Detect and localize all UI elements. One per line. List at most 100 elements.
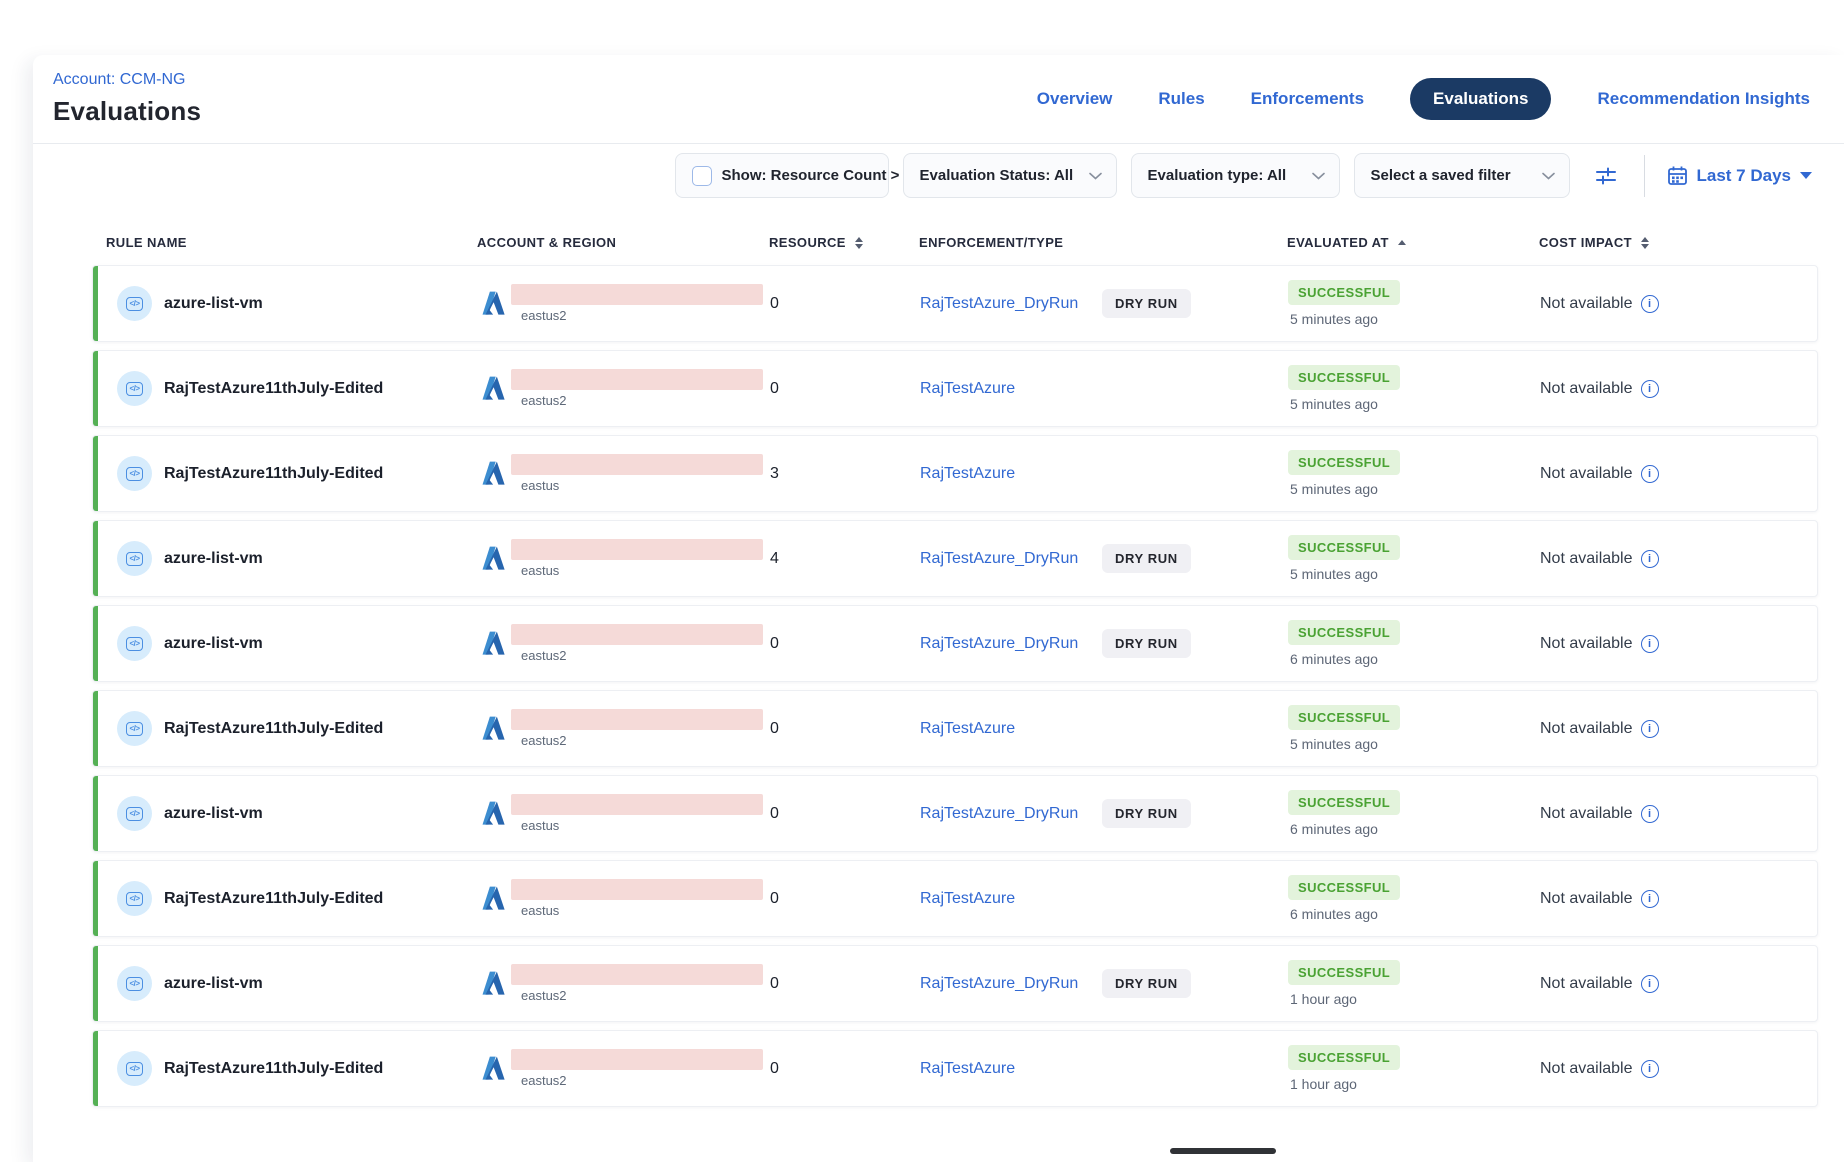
- info-icon[interactable]: i: [1641, 295, 1659, 313]
- resource-count: 0: [770, 890, 779, 908]
- enforcement-link[interactable]: RajTestAzure_DryRun: [920, 805, 1102, 823]
- sort-icon[interactable]: [855, 237, 863, 249]
- column-header-resource[interactable]: RESOURCE: [769, 235, 919, 250]
- info-icon[interactable]: i: [1641, 550, 1659, 568]
- table-row[interactable]: </> RajTestAzure11thJuly-Edited eastus2 …: [92, 350, 1818, 427]
- cost-impact-text: Not available: [1540, 465, 1633, 483]
- account-name-redacted: [511, 454, 763, 475]
- evaluation-status-dropdown[interactable]: Evaluation Status: All: [903, 153, 1117, 198]
- chevron-down-icon: [1312, 172, 1325, 180]
- region-label: eastus2: [521, 648, 763, 663]
- account-and-region: eastus2: [511, 1049, 763, 1088]
- filter-settings-button[interactable]: [1590, 160, 1622, 192]
- column-header-cost-impact[interactable]: COST IMPACT: [1539, 235, 1818, 250]
- rule-name: azure-list-vm: [164, 635, 263, 653]
- resource-count: 0: [770, 720, 779, 738]
- info-icon[interactable]: i: [1641, 975, 1659, 993]
- account-name-redacted: [511, 879, 763, 900]
- code-rule-icon: </>: [126, 1062, 142, 1076]
- enforcement-link[interactable]: RajTestAzure: [920, 465, 1102, 483]
- rule-icon: </>: [117, 541, 152, 576]
- title-block: Account: CCM-NG Evaluations: [53, 71, 201, 127]
- column-label: COST IMPACT: [1539, 235, 1632, 250]
- table-row[interactable]: </> azure-list-vm eastus2 0 RajTestAzure…: [92, 605, 1818, 682]
- filter-bar: Show: Resource Count > 0 Evaluation Stat…: [33, 144, 1844, 208]
- evaluations-page: Account: CCM-NG Evaluations Overview Rule…: [0, 0, 1844, 1162]
- tab-overview[interactable]: Overview: [1037, 89, 1113, 109]
- cost-impact-text: Not available: [1540, 635, 1633, 653]
- saved-filter-dropdown[interactable]: Select a saved filter: [1354, 153, 1570, 198]
- sliders-icon: [1594, 164, 1618, 188]
- horizontal-scrollbar[interactable]: [1170, 1148, 1276, 1154]
- resource-count: 0: [770, 380, 779, 398]
- tab-rules[interactable]: Rules: [1158, 89, 1204, 109]
- tab-evaluations[interactable]: Evaluations: [1410, 78, 1551, 120]
- enforcement-link[interactable]: RajTestAzure: [920, 380, 1102, 398]
- enforcement-link[interactable]: RajTestAzure_DryRun: [920, 975, 1102, 993]
- column-header-evaluated-at[interactable]: EVALUATED AT: [1287, 235, 1539, 250]
- code-rule-icon: </>: [126, 637, 142, 651]
- info-icon[interactable]: i: [1641, 465, 1659, 483]
- account-and-region: eastus: [511, 794, 763, 833]
- table-row[interactable]: </> RajTestAzure11thJuly-Edited eastus2 …: [92, 1030, 1818, 1107]
- calendar-icon: [1667, 165, 1688, 186]
- date-range-picker[interactable]: Last 7 Days: [1667, 165, 1813, 186]
- table-row[interactable]: </> azure-list-vm eastus 4 RajTestAzure_…: [92, 520, 1818, 597]
- info-icon[interactable]: i: [1641, 890, 1659, 908]
- region-label: eastus2: [521, 393, 763, 408]
- info-icon[interactable]: i: [1641, 1060, 1659, 1078]
- enforcement-link[interactable]: RajTestAzure_DryRun: [920, 295, 1102, 313]
- table-header-row: RULE NAMEACCOUNT & REGIONRESOURCEENFORCE…: [92, 208, 1818, 265]
- status-badge: SUCCESSFUL: [1288, 875, 1400, 900]
- evaluated-time: 1 hour ago: [1288, 991, 1357, 1007]
- resource-count: 0: [770, 635, 779, 653]
- status-badge: SUCCESSFUL: [1288, 450, 1400, 475]
- rule-icon: </>: [117, 711, 152, 746]
- info-icon[interactable]: i: [1641, 720, 1659, 738]
- tab-enforcements[interactable]: Enforcements: [1251, 89, 1364, 109]
- info-icon[interactable]: i: [1641, 380, 1659, 398]
- table-row[interactable]: </> azure-list-vm eastus 0 RajTestAzure_…: [92, 775, 1818, 852]
- column-header-account-region: ACCOUNT & REGION: [477, 235, 769, 250]
- enforcement-link[interactable]: RajTestAzure: [920, 720, 1102, 738]
- account-breadcrumb[interactable]: Account: CCM-NG: [53, 71, 201, 89]
- account-name-redacted: [511, 284, 763, 305]
- resource-count-label: Show: Resource Count > 0: [722, 167, 912, 184]
- evaluation-status-value: Evaluation Status: All: [920, 167, 1079, 184]
- nav-tabs: Overview Rules Enforcements Evaluations Reco…: [1037, 78, 1810, 120]
- account-name-redacted: [511, 1049, 763, 1070]
- account-and-region: eastus2: [511, 369, 763, 408]
- tab-recommendation-insights[interactable]: Recommendation Insights: [1597, 89, 1810, 109]
- table-row[interactable]: </> azure-list-vm eastus2 0 RajTestAzure…: [92, 265, 1818, 342]
- table-row[interactable]: </> RajTestAzure11thJuly-Edited eastus 3…: [92, 435, 1818, 512]
- rule-icon: </>: [117, 881, 152, 916]
- status-stripe: [93, 436, 98, 511]
- enforcement-link[interactable]: RajTestAzure: [920, 890, 1102, 908]
- evaluated-time: 6 minutes ago: [1288, 906, 1378, 922]
- status-badge: SUCCESSFUL: [1288, 790, 1400, 815]
- enforcement-link[interactable]: RajTestAzure_DryRun: [920, 550, 1102, 568]
- rule-name: azure-list-vm: [164, 805, 263, 823]
- chevron-down-icon: [1542, 172, 1555, 180]
- resource-count: 0: [770, 1060, 779, 1078]
- caret-down-icon: [1800, 172, 1812, 179]
- resource-count-checkbox[interactable]: [692, 166, 712, 186]
- cost-impact-text: Not available: [1540, 1060, 1633, 1078]
- table-row[interactable]: </> RajTestAzure11thJuly-Edited eastus 0…: [92, 860, 1818, 937]
- cost-impact-text: Not available: [1540, 975, 1633, 993]
- table-row[interactable]: </> azure-list-vm eastus2 0 RajTestAzure…: [92, 945, 1818, 1022]
- azure-icon: [478, 458, 509, 489]
- resource-count-filter[interactable]: Show: Resource Count > 0: [675, 153, 889, 198]
- info-icon[interactable]: i: [1641, 805, 1659, 823]
- column-label: RESOURCE: [769, 235, 846, 250]
- column-header-enforcement-type: ENFORCEMENT/TYPE: [919, 235, 1287, 250]
- info-icon[interactable]: i: [1641, 635, 1659, 653]
- sort-icon[interactable]: [1641, 237, 1649, 249]
- enforcement-link[interactable]: RajTestAzure: [920, 1060, 1102, 1078]
- table-row[interactable]: </> RajTestAzure11thJuly-Edited eastus2 …: [92, 690, 1818, 767]
- evaluation-type-dropdown[interactable]: Evaluation type: All: [1131, 153, 1340, 198]
- dry-run-badge: DRY RUN: [1102, 969, 1191, 998]
- region-label: eastus2: [521, 733, 763, 748]
- enforcement-link[interactable]: RajTestAzure_DryRun: [920, 635, 1102, 653]
- sort-asc-icon[interactable]: [1398, 240, 1406, 245]
